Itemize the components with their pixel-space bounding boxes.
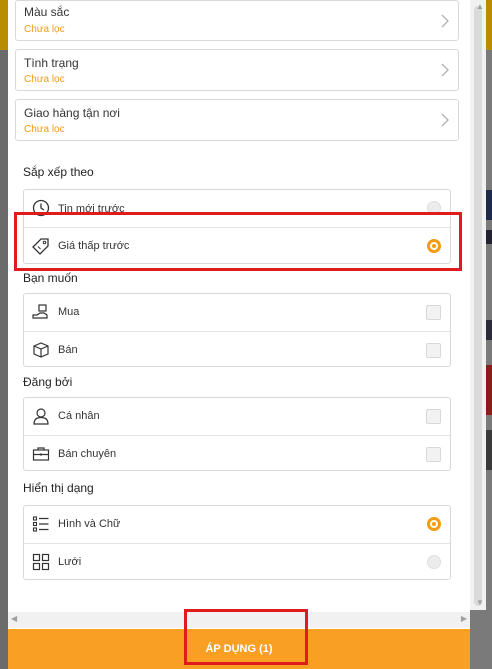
sort-newest-radio[interactable]	[427, 201, 441, 215]
background-header-strip	[0, 0, 8, 50]
scrollbar-thumb[interactable]	[474, 6, 482, 606]
posted-by-option-label: Cá nhân	[58, 410, 100, 422]
filter-value: Chưa lọc	[24, 74, 65, 85]
filter-value: Chưa lọc	[24, 124, 65, 135]
sort-option-newest[interactable]: Tin mới trước	[24, 190, 450, 227]
sort-option-low-price[interactable]: Giá thấp trước	[24, 227, 450, 264]
horizontal-scrollbar[interactable]: ◀ ▶	[8, 612, 470, 628]
posted-by-section-title: Đăng bởi	[23, 375, 73, 389]
want-options: Mua Bán	[23, 293, 451, 367]
vertical-scrollbar[interactable]	[470, 0, 486, 610]
want-section-title: Bạn muốn	[23, 271, 78, 285]
posted-by-option-professional[interactable]: Bán chuyên	[24, 435, 450, 472]
sort-option-label: Tin mới trước	[58, 203, 125, 215]
display-option-label: Hình và Chữ	[58, 518, 121, 530]
chevron-right-icon	[441, 113, 449, 127]
apply-button[interactable]: ÁP DỤNG (1)	[8, 629, 470, 669]
posted-by-professional-checkbox[interactable]	[426, 447, 441, 462]
scroll-up-arrow-icon[interactable]: ▲	[476, 2, 484, 11]
grid-icon	[32, 553, 50, 571]
background-page-left	[0, 0, 8, 669]
person-icon	[33, 408, 49, 425]
want-option-label: Mua	[58, 306, 80, 318]
display-grid-radio[interactable]	[427, 555, 441, 569]
chevron-right-icon	[441, 14, 449, 28]
want-buy-checkbox[interactable]	[426, 305, 441, 320]
filter-color[interactable]: Màu sắc Chưa lọc	[15, 0, 459, 41]
box-icon	[33, 342, 49, 358]
display-section-title: Hiển thị dạng	[23, 481, 94, 495]
filter-title: Tình trạng	[24, 56, 79, 70]
display-option-list[interactable]: Hình và Chữ	[24, 506, 450, 543]
display-option-grid[interactable]: Lưới	[24, 543, 450, 580]
apply-bar: ÁP DỤNG (1)	[8, 629, 470, 669]
filter-condition[interactable]: Tình trạng Chưa lọc	[15, 49, 459, 91]
want-option-label: Bán	[58, 344, 78, 356]
posted-by-individual-checkbox[interactable]	[426, 409, 441, 424]
display-option-label: Lưới	[58, 556, 82, 568]
sort-low-price-radio[interactable]	[427, 239, 441, 253]
scroll-left-arrow-icon[interactable]: ◀	[11, 614, 17, 623]
filter-title: Giao hàng tận nơi	[24, 106, 120, 120]
briefcase-icon	[32, 447, 50, 461]
scroll-down-arrow-icon[interactable]: ▼	[476, 598, 484, 607]
hand-box-icon	[32, 304, 48, 319]
clock-icon	[32, 199, 50, 217]
sort-options: Tin mới trước Giá thấp trước	[23, 189, 451, 264]
want-sell-checkbox[interactable]	[426, 343, 441, 358]
want-option-buy[interactable]: Mua	[24, 294, 450, 331]
scroll-right-arrow-icon[interactable]: ▶	[461, 614, 467, 623]
list-icon	[32, 516, 49, 532]
posted-by-option-individual[interactable]: Cá nhân	[24, 398, 450, 435]
filter-home-delivery[interactable]: Giao hàng tận nơi Chưa lọc	[15, 99, 459, 141]
sort-option-label: Giá thấp trước	[58, 240, 130, 252]
display-list-radio[interactable]	[427, 517, 441, 531]
price-tag-icon	[32, 238, 49, 255]
want-option-sell[interactable]: Bán	[24, 331, 450, 368]
sort-section-title: Sắp xếp theo	[23, 165, 94, 179]
posted-by-options: Cá nhân Bán chuyên	[23, 397, 451, 471]
filter-title: Màu sắc	[24, 5, 70, 19]
display-options: Hình và Chữ Lưới	[23, 505, 451, 580]
chevron-right-icon	[441, 63, 449, 77]
filter-value: Chưa lọc	[24, 24, 65, 35]
posted-by-option-label: Bán chuyên	[58, 448, 117, 460]
